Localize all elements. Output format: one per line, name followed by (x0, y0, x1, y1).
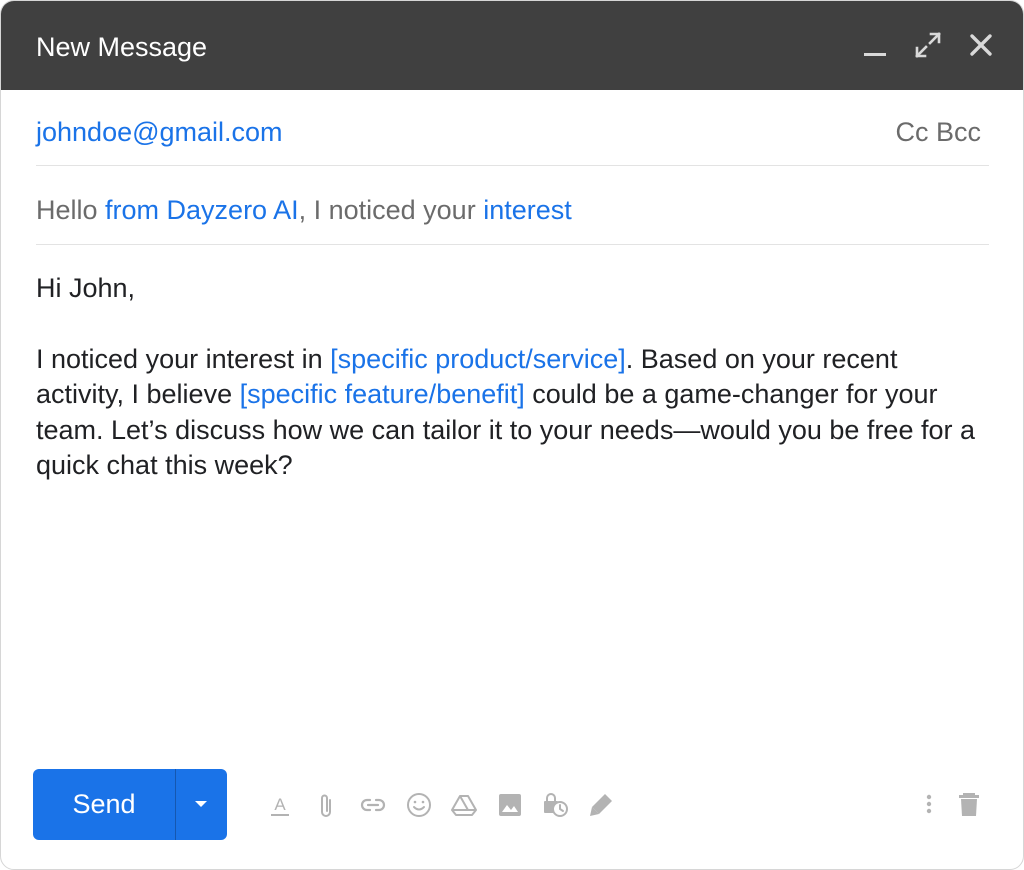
send-button-group: Send (33, 769, 227, 840)
cc-bcc-links: Cc Bcc (895, 113, 981, 151)
svg-text:A: A (274, 795, 286, 814)
send-options-button[interactable] (176, 769, 227, 840)
minimize-icon[interactable] (857, 27, 893, 63)
formatting-icon[interactable]: A (265, 790, 295, 820)
greeting-line: Hi John, (36, 273, 136, 303)
title-bar: New Message (1, 1, 1023, 90)
bcc-link[interactable]: Bcc (936, 117, 981, 147)
subject-highlight: from Dayzero AI (105, 195, 299, 225)
confidential-icon[interactable] (541, 790, 571, 820)
body-text: I noticed your interest in (36, 343, 331, 374)
link-icon[interactable] (358, 790, 388, 820)
attach-icon[interactable] (311, 790, 341, 820)
chevron-down-icon (195, 801, 207, 807)
send-button[interactable]: Send (33, 769, 175, 840)
expand-icon[interactable] (910, 27, 946, 63)
discard-icon[interactable] (954, 790, 984, 820)
to-field[interactable]: johndoe@gmail.com (36, 113, 283, 151)
drive-icon[interactable] (449, 790, 479, 820)
subject-text: , I noticed your (298, 195, 484, 225)
recipients-row: johndoe@gmail.com Cc Bcc (36, 113, 989, 166)
body-paragraph: I noticed your interest in [specific pro… (36, 342, 976, 484)
subject-text: Hello (36, 195, 106, 225)
subject-highlight: interest (483, 195, 572, 225)
message-body[interactable]: Hi John, I noticed your interest in [spe… (36, 271, 976, 484)
placeholder-product: [specific product/service] (330, 343, 626, 374)
more-options-icon[interactable] (914, 790, 944, 820)
window-title: New Message (36, 32, 208, 62)
cc-link[interactable]: Cc (895, 117, 928, 147)
subject-field[interactable]: Hello from Dayzero AI, I noticed your in… (36, 191, 989, 229)
close-icon[interactable] (963, 27, 999, 63)
photo-icon[interactable] (495, 790, 525, 820)
emoji-icon[interactable] (404, 790, 434, 820)
placeholder-feature: [specific feature/benefit] (239, 379, 525, 409)
subject-row: Hello from Dayzero AI, I noticed your in… (36, 191, 989, 245)
signature-icon[interactable] (586, 790, 616, 820)
compose-window: New Message johndoe@gmail.com Cc Bcc Hel… (0, 0, 1024, 870)
